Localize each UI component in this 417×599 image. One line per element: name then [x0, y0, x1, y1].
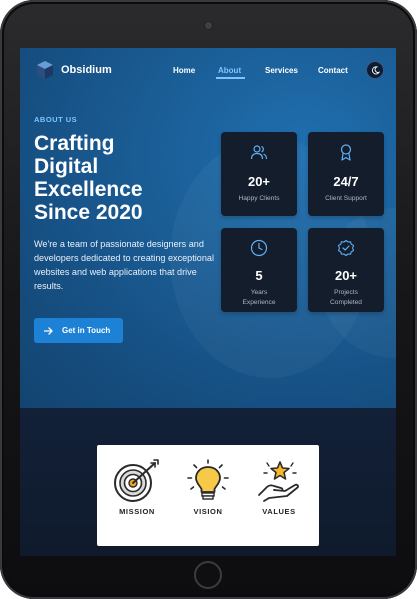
clock-icon [250, 239, 268, 257]
stat-value: 20+ [334, 268, 358, 283]
target-icon [114, 459, 159, 502]
navbar: Obsidium Home About Services Contact [20, 48, 396, 92]
stat-label-line: Projects [334, 289, 358, 296]
screen: Obsidium Home About Services Contact ABO… [20, 48, 396, 556]
stat-card-years-experience: 5 Years Experience [221, 228, 297, 312]
title-line: Excellence [34, 178, 143, 201]
get-in-touch-button[interactable]: Get in Touch [34, 318, 123, 343]
active-nav-indicator [216, 77, 245, 79]
nav-link-contact[interactable]: Contact [318, 66, 348, 75]
lightbulb-icon [187, 459, 229, 500]
stat-label-line: Experience [242, 299, 276, 306]
front-camera [205, 22, 212, 29]
stat-label: Projects Completed [308, 288, 384, 308]
stat-card-client-support: 24/7 Client Support [308, 132, 384, 216]
nav-link-services[interactable]: Services [265, 66, 298, 75]
theme-toggle-button[interactable] [366, 61, 384, 79]
stat-value: 20+ [247, 174, 271, 189]
tablet-frame: Obsidium Home About Services Contact ABO… [0, 0, 417, 599]
obsidium-logo-icon[interactable] [36, 60, 54, 80]
values-section: MISSION VISION VALUES [20, 408, 396, 556]
section-eyebrow: ABOUT US [34, 115, 78, 124]
stat-label: Client Support [325, 195, 367, 202]
page-title: Crafting Digital Excellence Since 2020 [34, 132, 219, 224]
stat-label: Years Experience [221, 288, 297, 308]
values-card: MISSION VISION VALUES [97, 445, 319, 546]
users-icon [250, 145, 268, 160]
check-badge-icon [337, 239, 355, 257]
hand-star-icon [258, 461, 299, 502]
stat-label: Happy Clients [238, 195, 280, 202]
value-item-values: VALUES [249, 459, 309, 516]
title-line: Since 2020 [34, 201, 143, 224]
arrow-right-icon [44, 326, 53, 335]
hero-description: We're a team of passionate designers and… [34, 239, 214, 291]
hero-section: Obsidium Home About Services Contact ABO… [20, 48, 396, 408]
stat-label-line: Years [250, 289, 268, 296]
home-button[interactable] [194, 561, 222, 589]
stat-value: 5 [255, 268, 263, 283]
value-item-mission: MISSION [107, 459, 167, 516]
value-label: VALUES [262, 507, 296, 516]
award-icon [340, 144, 352, 161]
stat-card-happy-clients: 20+ Happy Clients [221, 132, 297, 216]
stat-label-line: Completed [330, 299, 362, 306]
title-line: Digital [34, 155, 99, 178]
moon-icon [371, 65, 380, 74]
cta-label: Get in Touch [62, 326, 111, 335]
value-item-vision: VISION [178, 459, 238, 516]
stat-value: 24/7 [333, 174, 359, 189]
stat-card-projects-completed: 20+ Projects Completed [308, 228, 384, 312]
value-label: VISION [193, 507, 223, 516]
brand-name[interactable]: Obsidium [61, 64, 112, 76]
nav-link-home[interactable]: Home [173, 66, 195, 75]
value-label: MISSION [119, 507, 155, 516]
title-line: Crafting [34, 132, 115, 155]
nav-link-about[interactable]: About [218, 66, 241, 75]
